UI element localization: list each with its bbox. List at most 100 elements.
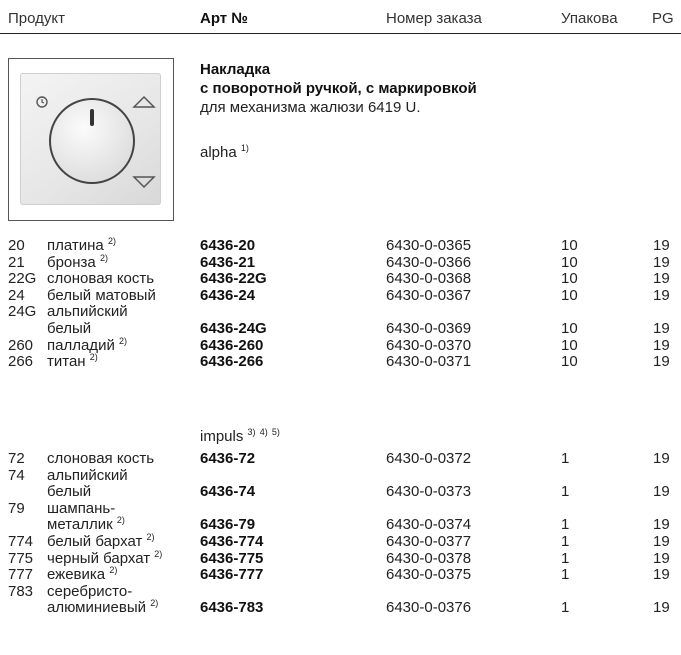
row-footnote: 2) (150, 598, 159, 609)
row-art-number: 6436-266 (200, 353, 264, 371)
impuls-footnote-1: 3) (247, 427, 256, 437)
row-number: 21 (8, 253, 25, 271)
row-art-number: 6436-260 (200, 336, 264, 354)
row-order-number: 6430-0-0375 (386, 566, 472, 584)
row-number: 775 (8, 549, 34, 567)
row-number: 266 (8, 353, 34, 371)
row-color-name: белый бархат 2) (47, 532, 155, 551)
row-footnote: 2) (116, 515, 125, 526)
row-pg: 19 (653, 353, 670, 371)
row-footnote: 2) (107, 236, 116, 246)
row-pack: 10 (561, 336, 578, 354)
row-color-name: слоновая кость (47, 450, 155, 467)
header-divider (0, 33, 681, 34)
series-alpha-label: alpha 1) (200, 143, 249, 162)
table-row: 774 белый бархат 2) 6436-774 6430-0-0377 1 19 (0, 532, 681, 551)
row-pack: 1 (561, 549, 570, 567)
table-row: 21 бронза 2) 6436-21 6430-0-0366 10 19 (0, 252, 681, 271)
row-pg: 19 (653, 516, 670, 534)
row-pg: 19 (653, 549, 670, 567)
product-note: для механизма жалюзи 6419 U. (200, 99, 421, 116)
row-art-number: 6436-777 (200, 566, 264, 584)
row-pack: 1 (561, 450, 570, 467)
table-row: 260 палладий 2) 6436-260 6430-0-0370 10 19 (0, 335, 681, 354)
row-pack: 10 (561, 237, 578, 254)
table-row: 783 серебристо-алюминиевый 2) 6436-783 6430… (0, 582, 681, 617)
row-art-number: 6436-774 (200, 533, 264, 550)
row-pack: 1 (561, 533, 570, 550)
row-color-name: черный бархат 2) (47, 548, 163, 567)
row-pg: 19 (653, 253, 670, 271)
impuls-footnote-3: 5) (271, 427, 280, 437)
row-footnote: 2) (154, 548, 163, 559)
row-order-number: 6430-0-0368 (386, 270, 472, 288)
row-number: 72 (8, 450, 25, 467)
row-color-name: альпийский (47, 303, 128, 321)
row-color-name: ежевика 2) (47, 565, 118, 584)
row-color-name: платина 2) (47, 236, 116, 255)
row-art-number: 6436-74 (200, 483, 256, 501)
row-color-name-cont: металлик 2) (47, 515, 125, 534)
row-pack: 1 (561, 483, 570, 501)
row-color-name: альпийский (47, 466, 128, 484)
row-art-number: 6436-22G (200, 270, 267, 288)
row-color-name: титан 2) (47, 352, 98, 371)
table-row: 24 белый матовый 6436-24 6430-0-0367 10 19 (0, 287, 681, 304)
table-row: 20 платина 2) 6436-20 6430-0-0365 10 19 (0, 236, 681, 255)
row-footnote: 2) (119, 335, 128, 346)
row-pack: 10 (561, 319, 578, 337)
row-order-number: 6430-0-0369 (386, 319, 472, 337)
row-order-number: 6430-0-0371 (386, 353, 472, 371)
series-alpha-footnote: 1) (240, 143, 249, 153)
row-order-number: 6430-0-0373 (386, 483, 472, 501)
row-number: 24 (8, 286, 25, 304)
row-number: 783 (8, 582, 34, 600)
row-art-number: 6436-72 (200, 450, 256, 467)
table-row: 74 альпийский белый 6436-74 6430-0-0373 1 19 (0, 466, 681, 501)
rotary-knob-icon (36, 95, 156, 189)
row-pg: 19 (653, 483, 670, 501)
row-pack: 1 (561, 516, 570, 534)
row-order-number: 6430-0-0374 (386, 516, 472, 534)
series-impuls-label: impuls 3) 4) 5) (200, 427, 280, 446)
table-row: 22G слоновая кость 6436-22G 6430-0-0368 10 19 (0, 270, 681, 287)
row-pack: 1 (561, 566, 570, 584)
header-product: Продукт (8, 10, 65, 27)
row-number: 777 (8, 566, 34, 584)
row-color-name-cont: алюминиевый 2) (47, 598, 159, 617)
row-art-number: 6436-79 (200, 516, 256, 534)
row-order-number: 6430-0-0367 (386, 286, 472, 304)
series-impuls-name: impuls (200, 428, 244, 445)
header-pack: Упакова (561, 10, 618, 27)
header-pg: PG (652, 10, 674, 27)
row-number: 24G (8, 303, 37, 321)
clock-icon (36, 96, 48, 108)
row-order-number: 6430-0-0366 (386, 253, 472, 271)
row-color-name: серебристо- (47, 582, 133, 600)
table-row: 72 слоновая кость 6436-72 6430-0-0372 1 19 (0, 450, 681, 467)
product-subtitle: с поворотной ручкой, с маркировкой (200, 80, 477, 97)
row-number: 79 (8, 499, 25, 517)
row-pack: 10 (561, 353, 578, 371)
table-row: 777 ежевика 2) 6436-777 6430-0-0375 1 19 (0, 565, 681, 584)
row-color-name: белый матовый (47, 286, 156, 304)
row-footnote: 2) (89, 352, 98, 363)
row-order-number: 6430-0-0372 (386, 450, 472, 467)
series-alpha-name: alpha (200, 144, 237, 161)
row-footnote: 2) (99, 252, 108, 263)
row-pack: 10 (561, 270, 578, 288)
row-color-name-cont: белый (47, 319, 92, 337)
row-order-number: 6430-0-0365 (386, 237, 472, 254)
row-art-number: 6436-21 (200, 253, 256, 271)
header-art: Арт № (200, 10, 249, 27)
table-row: 79 шампань-металлик 2) 6436-79 6430-0-0374 1… (0, 499, 681, 534)
row-order-number: 6430-0-0378 (386, 549, 472, 567)
row-order-number: 6430-0-0377 (386, 533, 472, 550)
row-color-name: шампань- (47, 499, 116, 517)
row-pg: 19 (653, 237, 670, 254)
row-pack: 10 (561, 286, 578, 304)
row-order-number: 6430-0-0376 (386, 599, 472, 617)
row-number: 260 (8, 336, 34, 354)
row-pg: 19 (653, 270, 670, 288)
impuls-footnote-2: 4) (259, 427, 268, 437)
